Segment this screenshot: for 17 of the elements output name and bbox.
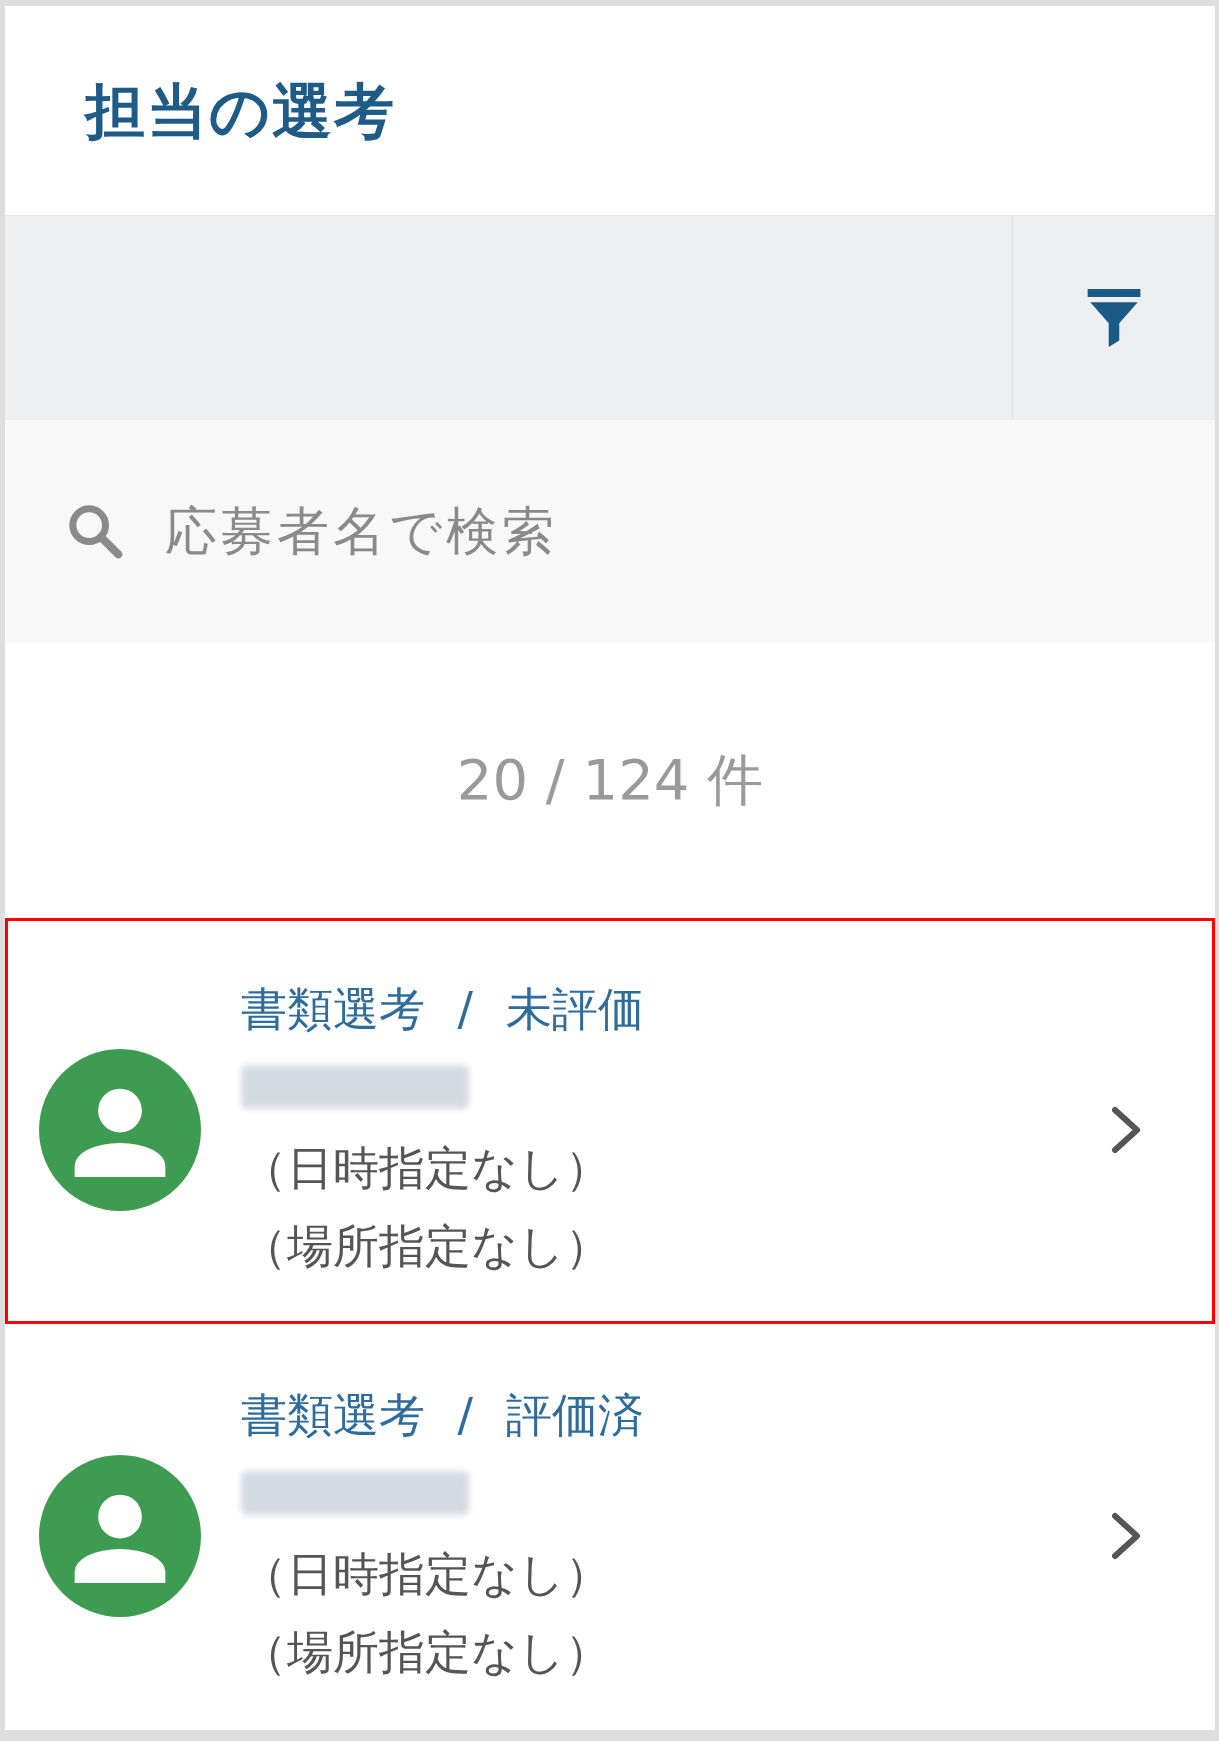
chevron-right-icon bbox=[1110, 1105, 1142, 1155]
page-title: 担当の選考 bbox=[85, 74, 396, 148]
location-text: （場所指定なし） bbox=[241, 1218, 611, 1275]
schedule-text: （日時指定なし） bbox=[241, 1140, 611, 1197]
person-avatar-icon bbox=[39, 1049, 201, 1211]
result-count: 20 / 124 件 bbox=[456, 746, 764, 814]
schedule-text: （日時指定なし） bbox=[241, 1546, 611, 1603]
candidate-card[interactable]: 書類選考 / 未評価 （日時指定なし） （場所指定なし） bbox=[5, 918, 1215, 1324]
selection-status: 書類選考 / 未評価 bbox=[241, 981, 644, 1038]
selection-status: 書類選考 / 評価済 bbox=[241, 1387, 644, 1444]
chevron-right-icon bbox=[1110, 1511, 1142, 1561]
person-avatar-icon bbox=[39, 1455, 201, 1617]
search-field[interactable]: 応募者名で検索 bbox=[5, 420, 1215, 642]
search-icon bbox=[67, 503, 123, 559]
location-text: （場所指定なし） bbox=[241, 1624, 611, 1681]
filter-icon bbox=[1086, 289, 1142, 347]
candidate-card[interactable]: 書類選考 / 評価済 （日時指定なし） （場所指定なし） bbox=[5, 1324, 1215, 1730]
